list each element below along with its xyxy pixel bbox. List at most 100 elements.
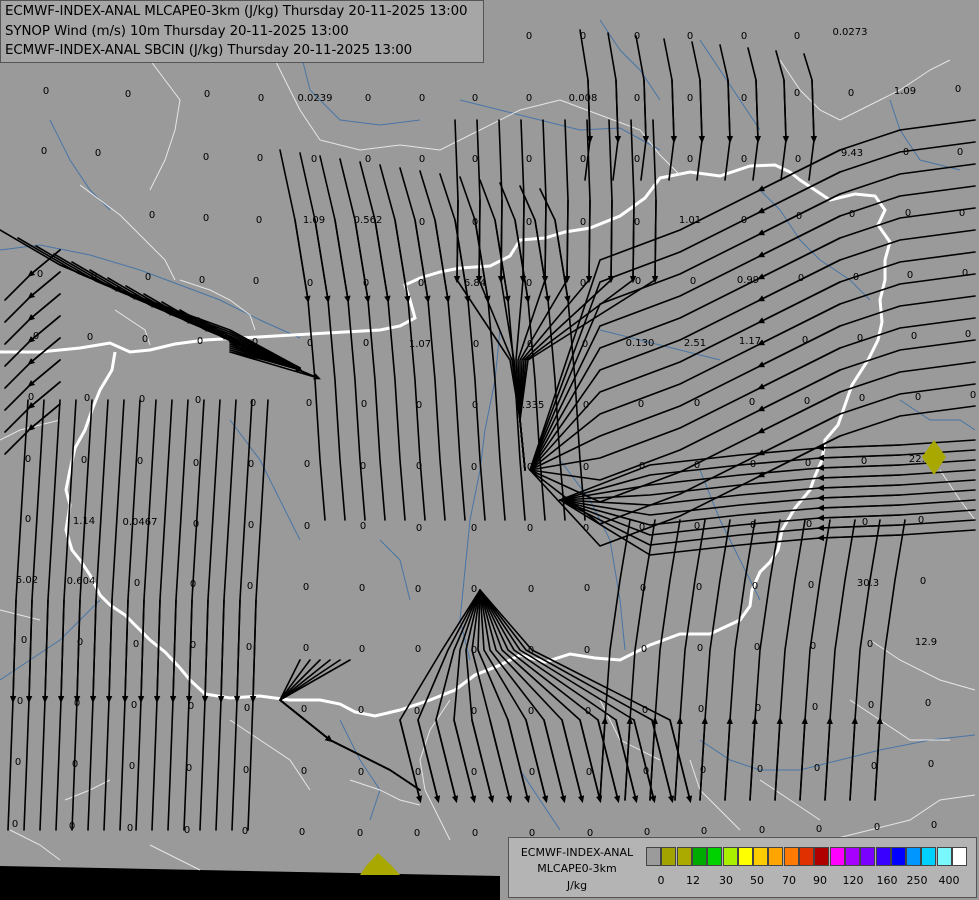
cape-value-label: 0 [250, 398, 256, 409]
cape-value-label: 0 [133, 639, 139, 650]
streamline-arrow [541, 199, 549, 284]
cape-value-label: 0 [360, 461, 366, 472]
cape-value-label: 0 [471, 584, 477, 595]
legend-swatch [814, 847, 830, 866]
cape-value-label: 0 [43, 86, 49, 97]
cape-value-label: 5.02 [16, 575, 38, 586]
cape-value-label: 0 [641, 644, 647, 655]
cape-value-label: 0 [471, 645, 477, 656]
cape-value-label: 0 [955, 84, 961, 95]
color-legend: ECMWF-INDEX-ANAL MLCAPE0-3km J/kg 0 12 30 5… [508, 837, 977, 898]
cape-value-label: 0 [741, 154, 747, 165]
legend-swatch [737, 847, 753, 866]
legend-unit-label: J/kg [566, 879, 588, 892]
cape-value-label: 0 [360, 521, 366, 532]
cape-value-label: 0 [814, 763, 820, 774]
map-header: ECMWF-INDEX-ANAL MLCAPE0-3km (J/kg) Thur… [0, 0, 484, 63]
cape-value-label: 0 [193, 519, 199, 530]
cape-value-label: 0 [871, 761, 877, 772]
cape-value-label: 0 [37, 269, 43, 280]
cape-value-label: 0 [638, 399, 644, 410]
cape-value-label: 0 [87, 332, 93, 343]
cape-value-label: 0 [527, 339, 533, 350]
cape-value-label: 0 [639, 522, 645, 533]
cape-value-label: 0 [257, 153, 263, 164]
cape-value-label: 0 [582, 339, 588, 350]
cape-value-label: 0 [186, 763, 192, 774]
legend-swatch [707, 847, 723, 866]
cape-value-label: 0 [193, 458, 199, 469]
cape-value-label: 0 [248, 520, 254, 531]
cape-value-label: 0 [687, 31, 693, 42]
cape-value-label: 0 [634, 93, 640, 104]
cape-value-label: 0 [363, 338, 369, 349]
cape-value-label: 0 [741, 31, 747, 42]
cape-value-label: 0.99 [737, 275, 759, 286]
cape-value-label: 0 [134, 578, 140, 589]
cape-value-label: 0 [907, 270, 913, 281]
cape-value-label: 0 [358, 705, 364, 716]
cape-value-label: 0 [931, 820, 937, 831]
legend-swatch [753, 847, 769, 866]
cape-value-label: 0 [127, 823, 133, 834]
cape-value-label: 0.008 [569, 93, 598, 104]
legend-swatch [890, 847, 906, 866]
cape-value-label: 0.604 [67, 576, 96, 587]
cape-value-label: 0 [580, 278, 586, 289]
cape-value-label: 0 [188, 701, 194, 712]
cape-value-label: 0 [471, 767, 477, 778]
cape-value-label: 0 [25, 454, 31, 465]
cape-value-label: 0 [473, 339, 479, 350]
cape-value-label: 0 [918, 515, 924, 526]
cape-value-label: 0 [246, 642, 252, 653]
cape-value-label: 0 [584, 645, 590, 656]
cape-value-label: 0 [755, 703, 761, 714]
cape-value-label: 0 [190, 579, 196, 590]
cape-value-label: 0 [583, 400, 589, 411]
cape-value-label: 0.0239 [298, 93, 333, 104]
cape-value-label: 0 [416, 400, 422, 411]
cape-value-label: 0 [471, 706, 477, 717]
cape-value-label: 0 [642, 705, 648, 716]
cape-value-label: 0 [527, 523, 533, 534]
cape-value-label: 0 [808, 580, 814, 591]
cape-value-label: 0 [643, 766, 649, 777]
cape-value-label: 0 [471, 523, 477, 534]
legend-swatch [936, 847, 952, 866]
cape-value-label: 0 [69, 821, 75, 832]
legend-swatch [646, 847, 661, 866]
cape-value-label: 0 [741, 215, 747, 226]
cape-value-label: 0 [301, 766, 307, 777]
cape-value-label: 0 [759, 825, 765, 836]
streamline-arrow [453, 199, 461, 284]
cape-value-label: 0 [911, 331, 917, 342]
cape-value-label: 0 [149, 210, 155, 221]
cape-value-label: 0 [526, 278, 532, 289]
legend-tick-label: 30 [719, 874, 733, 887]
cape-value-label: 0 [81, 455, 87, 466]
cape-value-label: 0 [697, 643, 703, 654]
legend-tick-label: 50 [750, 874, 764, 887]
cape-value-label: 0 [868, 700, 874, 711]
cape-value-label: 0 [472, 400, 478, 411]
cape-value-label: 0 [365, 93, 371, 104]
cape-value-label: 0 [415, 644, 421, 655]
streamline-arrow [563, 199, 571, 284]
cape-value-label: 0 [795, 154, 801, 165]
cape-value-label: 0 [700, 765, 706, 776]
cape-value-label: 0 [419, 93, 425, 104]
legend-tick-label: 70 [782, 874, 796, 887]
cape-value-label: 0 [526, 93, 532, 104]
cape-value-label: 0.130 [626, 338, 655, 349]
cape-value-label: 0 [197, 336, 203, 347]
legend-swatch [906, 847, 922, 866]
cape-value-label: 0 [41, 146, 47, 157]
cape-value-label: 0 [694, 460, 700, 471]
cape-value-label: 0 [580, 154, 586, 165]
header-line-sbcin: ECMWF-INDEX-ANAL SBCIN (J/kg) Thursday 2… [5, 43, 413, 58]
streamline-arrow [497, 199, 505, 284]
cape-value-label: 0 [131, 700, 137, 711]
cape-value-label: 0 [307, 338, 313, 349]
cape-value-label: 0 [905, 208, 911, 219]
cape-value-label: 0 [802, 335, 808, 346]
